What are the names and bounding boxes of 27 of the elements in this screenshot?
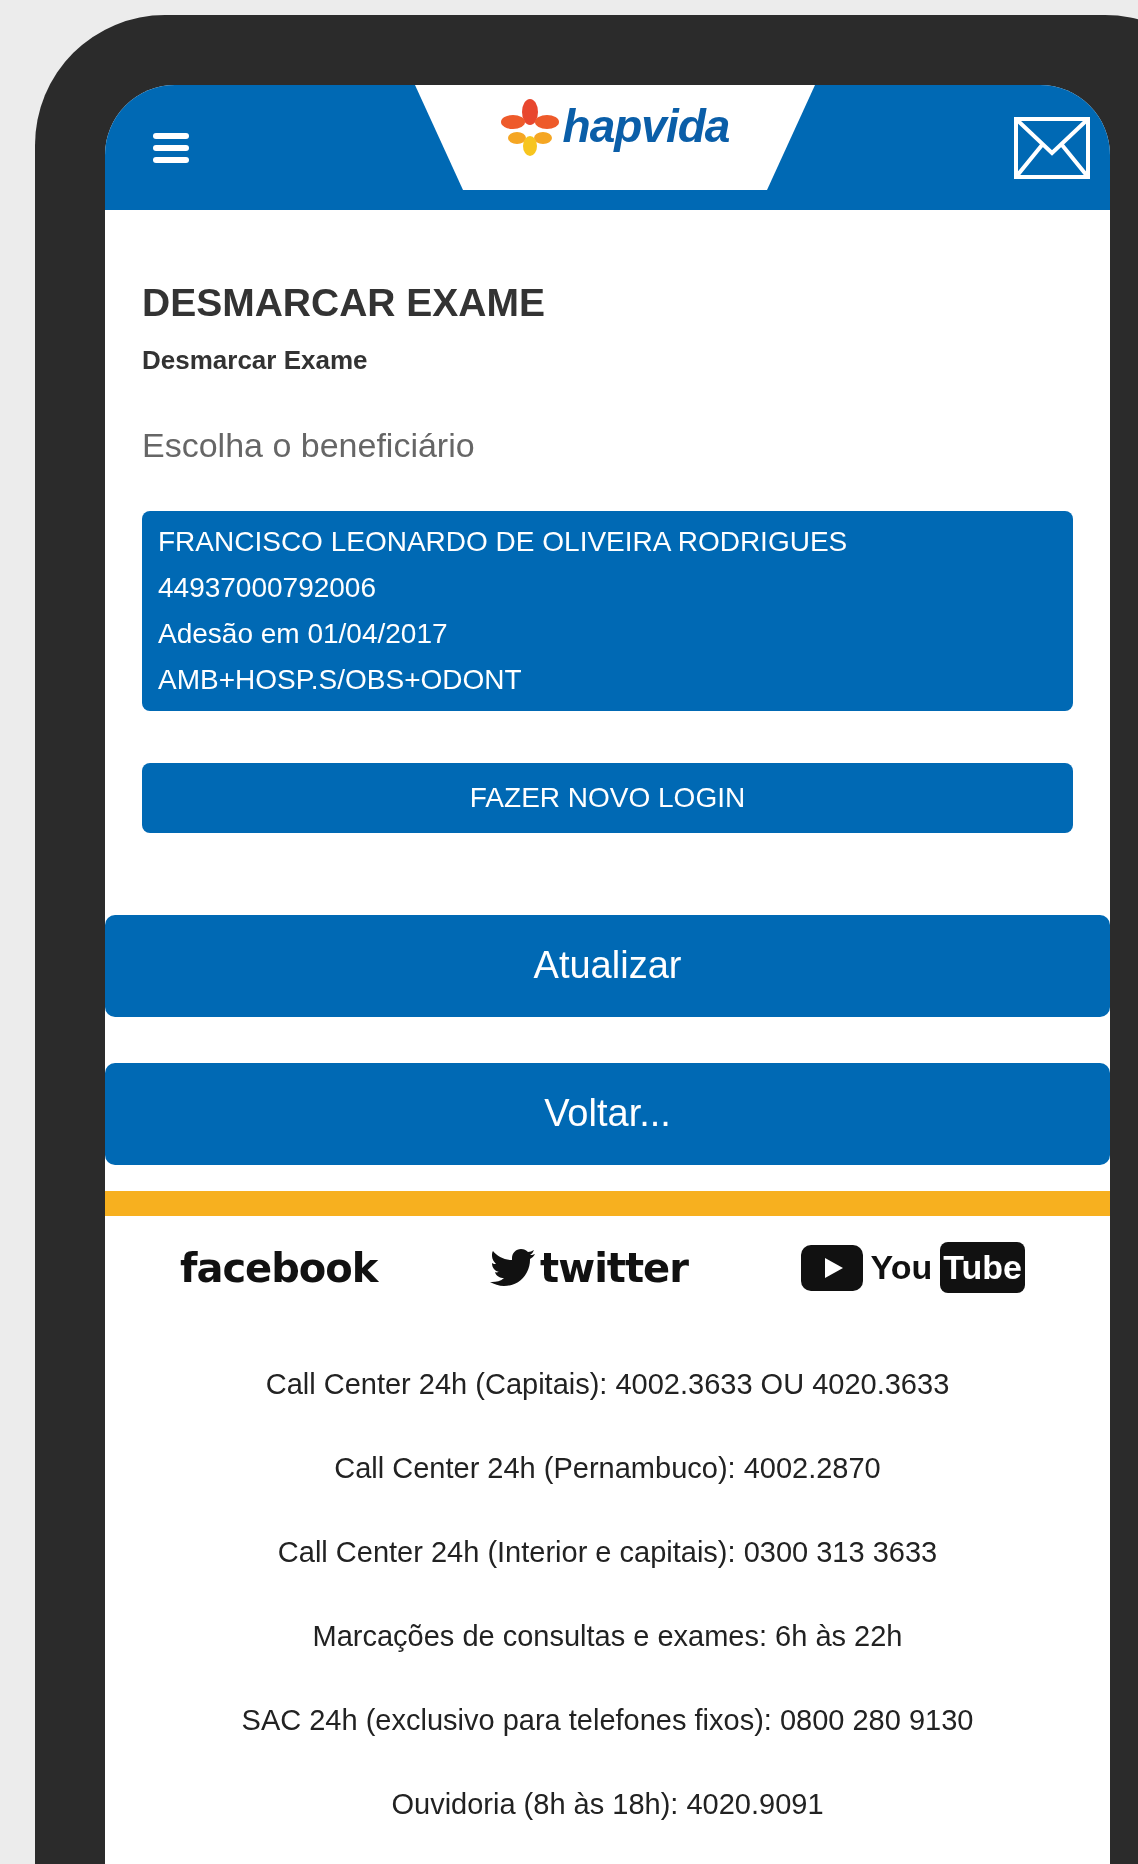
contact-line: Call Center 24h (Capitais): 4002.3633 OU 4020.3633 (264, 1366, 951, 1402)
contact-line: Call Center 24h (Pernambuco): 4002.2870 (333, 1450, 882, 1486)
beneficiary-detail: FRANCISCO LEONARDO DE OLIVEIRA RODRIGUES (158, 524, 849, 559)
envelope-icon[interactable] (1014, 116, 1090, 179)
page-title: DESMARCAR EXAME (142, 280, 547, 326)
new-login-button[interactable]: FAZER NOVO LOGIN (142, 762, 1073, 833)
logo-text: hapvida (562, 99, 730, 154)
beneficiary-prompt: Escolha o beneficiário (142, 424, 476, 466)
bird-icon[interactable] (490, 1248, 537, 1287)
contact-line: Ouvidoria (8h às 18h): 4020.9091 (390, 1786, 825, 1822)
beneficiary-card[interactable]: FRANCISCO LEONARDO DE OLIVEIRA RODRIGUES 44937000792006 Adesão em 01/04/2017 AMB+HOSP.S/OBS+ODONT (142, 510, 1073, 711)
facebook-logo-text[interactable]: facebook (180, 1237, 378, 1298)
action-button[interactable]: Atualizar (105, 914, 1110, 1017)
play-icon[interactable] (800, 1244, 863, 1291)
beneficiary-detail: 44937000792006 (158, 570, 377, 605)
menu-icon[interactable] (153, 131, 189, 164)
twitter-logo-text[interactable]: twitter (540, 1237, 688, 1298)
flower-logo-icon (500, 97, 559, 156)
beneficiary-detail: AMB+HOSP.S/OBS+ODONT (158, 662, 523, 697)
contact-line: Call Center 24h (Interior e capitais): 0300 313 3633 (276, 1534, 939, 1570)
contact-line: Marcações de consultas e exames: 6h às 22h (311, 1618, 904, 1654)
contact-line: SAC 24h (exclusivo para telefones fixos): 0800 280 9130 (240, 1702, 975, 1738)
youtube-logo-text[interactable]: You (870, 1242, 933, 1293)
youtube-logo-tube-text[interactable]: Tube (940, 1242, 1025, 1293)
beneficiary-detail: Adesão em 01/04/2017 (158, 616, 449, 651)
page-subtitle: Desmarcar Exame (142, 343, 369, 377)
action-button[interactable]: Voltar... (105, 1062, 1110, 1165)
